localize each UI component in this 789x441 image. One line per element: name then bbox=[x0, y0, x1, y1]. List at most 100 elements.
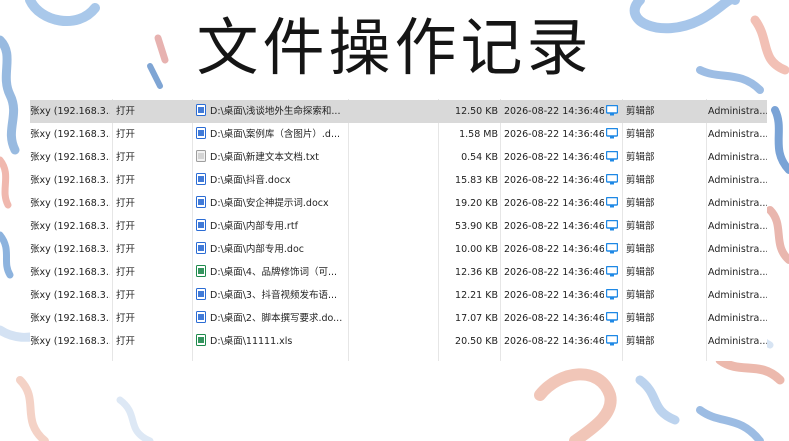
user-cell: 张xy (192.168.3... bbox=[30, 106, 110, 117]
action-cell: 打开 bbox=[116, 198, 136, 209]
user-cell: 张xy (192.168.3... bbox=[30, 313, 110, 324]
time-cell: 2026-08-22 14:36:46 bbox=[504, 198, 604, 209]
file-size-cell: 15.83 KB bbox=[455, 175, 498, 186]
file-size-cell: 10.00 KB bbox=[455, 244, 498, 255]
account-cell: Administra... bbox=[708, 175, 767, 186]
table-row[interactable]: 张xy (192.168.3... 打开 D:\桌面\2、脚本撰写要求.do... 1… bbox=[30, 307, 767, 330]
user-cell: 张xy (192.168.3... bbox=[30, 152, 110, 163]
file-path-cell: D:\桌面\内部专用.doc bbox=[196, 238, 356, 261]
file-path-text: D:\桌面\4、品牌修饰词（可... bbox=[210, 267, 338, 278]
file-path-text: D:\桌面\安企神提示词.docx bbox=[210, 198, 329, 209]
word-doc-icon bbox=[196, 173, 206, 185]
word-doc-icon bbox=[196, 196, 206, 208]
file-path-text: D:\桌面\案例库（含图片）.d... bbox=[210, 129, 341, 140]
department-cell: 剪辑部 bbox=[626, 313, 655, 324]
file-path-cell: D:\桌面\3、抖音视频发布语... bbox=[196, 284, 356, 307]
department-cell: 剪辑部 bbox=[626, 106, 655, 117]
file-size-cell: 1.58 MB bbox=[459, 129, 498, 140]
word-doc-icon bbox=[196, 242, 206, 254]
table-row[interactable]: 张xy (192.168.3... 打开 D:\桌面\抖音.docx 15.83 KB… bbox=[30, 169, 767, 192]
file-size-cell: 12.50 KB bbox=[455, 106, 498, 117]
monitor-icon bbox=[606, 288, 619, 300]
department-cell: 剪辑部 bbox=[626, 290, 655, 301]
table-row[interactable]: 张xy (192.168.3... 打开 D:\桌面\内部专用.rtf 53.90 K… bbox=[30, 215, 767, 238]
computer-cell bbox=[606, 261, 620, 284]
time-cell: 2026-08-22 14:36:46 bbox=[504, 290, 604, 301]
monitor-icon bbox=[606, 196, 619, 208]
word-doc-icon bbox=[196, 127, 206, 139]
table-row[interactable]: 张xy (192.168.3... 打开 D:\桌面\内部专用.doc 10.00 K… bbox=[30, 238, 767, 261]
monitor-icon bbox=[606, 242, 619, 254]
monitor-icon bbox=[606, 104, 619, 116]
monitor-icon bbox=[606, 334, 619, 346]
monitor-icon bbox=[606, 311, 619, 323]
time-cell: 2026-08-22 14:36:46 bbox=[504, 267, 604, 278]
file-size-cell: 53.90 KB bbox=[455, 221, 498, 232]
department-cell: 剪辑部 bbox=[626, 267, 655, 278]
action-cell: 打开 bbox=[116, 267, 136, 278]
user-cell: 张xy (192.168.3... bbox=[30, 267, 110, 278]
action-cell: 打开 bbox=[116, 336, 136, 347]
action-cell: 打开 bbox=[116, 290, 136, 301]
table-row[interactable]: 张xy (192.168.3... 打开 D:\桌面\安企神提示词.docx 19.2… bbox=[30, 192, 767, 215]
file-path-text: D:\桌面\11111.xls bbox=[210, 336, 293, 347]
account-cell: Administra... bbox=[708, 152, 767, 163]
file-path-text: D:\桌面\新建文本文档.txt bbox=[210, 152, 320, 163]
time-cell: 2026-08-22 14:36:46 bbox=[504, 313, 604, 324]
computer-cell bbox=[606, 169, 620, 192]
account-cell: Administra... bbox=[708, 221, 767, 232]
table-row[interactable]: 张xy (192.168.3... 打开 D:\桌面\3、抖音视频发布语... 12.… bbox=[30, 284, 767, 307]
table-row[interactable]: 张xy (192.168.3... 打开 D:\桌面\4、品牌修饰词（可... 12.… bbox=[30, 261, 767, 284]
file-size-cell: 0.54 KB bbox=[461, 152, 498, 163]
file-path-text: D:\桌面\浅谈地外生命探索和... bbox=[210, 106, 341, 117]
file-path-text: D:\桌面\2、脚本撰写要求.do... bbox=[210, 313, 343, 324]
monitor-icon bbox=[606, 219, 619, 231]
action-cell: 打开 bbox=[116, 313, 136, 324]
user-cell: 张xy (192.168.3... bbox=[30, 290, 110, 301]
account-cell: Administra... bbox=[708, 129, 767, 140]
time-cell: 2026-08-22 14:36:46 bbox=[504, 175, 604, 186]
computer-cell bbox=[606, 330, 620, 353]
user-cell: 张xy (192.168.3... bbox=[30, 198, 110, 209]
action-cell: 打开 bbox=[116, 221, 136, 232]
page-title: 文件操作记录 bbox=[196, 11, 593, 84]
file-path-cell: D:\桌面\新建文本文档.txt bbox=[196, 146, 356, 169]
time-cell: 2026-08-22 14:36:46 bbox=[504, 152, 604, 163]
department-cell: 剪辑部 bbox=[626, 198, 655, 209]
computer-cell bbox=[606, 192, 620, 215]
file-size-cell: 17.07 KB bbox=[455, 313, 498, 324]
excel-doc-icon bbox=[196, 265, 206, 277]
time-cell: 2026-08-22 14:36:46 bbox=[504, 129, 604, 140]
time-cell: 2026-08-22 14:36:46 bbox=[504, 221, 604, 232]
monitor-icon bbox=[606, 173, 619, 185]
file-path-cell: D:\桌面\安企神提示词.docx bbox=[196, 192, 356, 215]
time-cell: 2026-08-22 14:36:46 bbox=[504, 336, 604, 347]
account-cell: Administra... bbox=[708, 106, 767, 117]
table-row[interactable]: 张xy (192.168.3... 打开 D:\桌面\11111.xls 20.50 … bbox=[30, 330, 767, 353]
computer-cell bbox=[606, 238, 620, 261]
file-size-cell: 12.21 KB bbox=[455, 290, 498, 301]
computer-cell bbox=[606, 215, 620, 238]
file-path-cell: D:\桌面\抖音.docx bbox=[196, 169, 356, 192]
file-path-cell: D:\桌面\11111.xls bbox=[196, 330, 356, 353]
file-operation-table: 张xy (192.168.3... 打开 D:\桌面\浅谈地外生命探索和... 12.… bbox=[30, 99, 767, 361]
account-cell: Administra... bbox=[708, 290, 767, 301]
user-cell: 张xy (192.168.3... bbox=[30, 221, 110, 232]
action-cell: 打开 bbox=[116, 106, 136, 117]
file-path-text: D:\桌面\3、抖音视频发布语... bbox=[210, 290, 338, 301]
action-cell: 打开 bbox=[116, 129, 136, 140]
account-cell: Administra... bbox=[708, 313, 767, 324]
file-path-cell: D:\桌面\2、脚本撰写要求.do... bbox=[196, 307, 356, 330]
user-cell: 张xy (192.168.3... bbox=[30, 336, 110, 347]
table-row[interactable]: 张xy (192.168.3... 打开 D:\桌面\新建文本文档.txt 0.54 … bbox=[30, 146, 767, 169]
table-row[interactable]: 张xy (192.168.3... 打开 D:\桌面\浅谈地外生命探索和... 12.… bbox=[30, 100, 767, 123]
table-row[interactable]: 张xy (192.168.3... 打开 D:\桌面\案例库（含图片）.d... 1.… bbox=[30, 123, 767, 146]
user-cell: 张xy (192.168.3... bbox=[30, 129, 110, 140]
action-cell: 打开 bbox=[116, 152, 136, 163]
account-cell: Administra... bbox=[708, 244, 767, 255]
file-path-text: D:\桌面\抖音.docx bbox=[210, 175, 291, 186]
action-cell: 打开 bbox=[116, 175, 136, 186]
account-cell: Administra... bbox=[708, 267, 767, 278]
time-cell: 2026-08-22 14:36:46 bbox=[504, 106, 604, 117]
account-cell: Administra... bbox=[708, 198, 767, 209]
